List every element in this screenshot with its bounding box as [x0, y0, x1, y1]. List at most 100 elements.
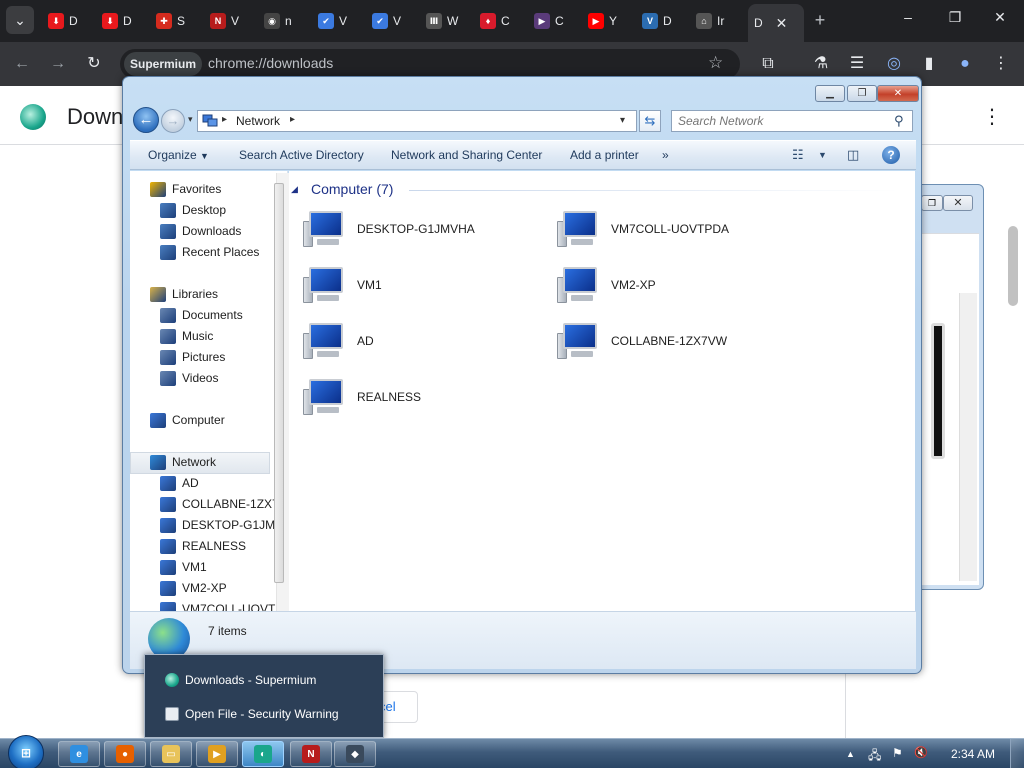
nav-item-network-computer[interactable]: VM7COLL-UOVTPDA — [160, 599, 287, 611]
network-computer-item[interactable]: DESKTOP-G1JMVHA — [303, 207, 475, 251]
organize-button[interactable]: Organize ▼ — [148, 148, 209, 162]
network-computer-item[interactable]: AD — [303, 319, 374, 363]
forward-button[interactable]: → — [161, 109, 185, 133]
tab-1[interactable]: ⬇ D — [94, 8, 148, 34]
forward-arrow-icon[interactable]: → — [47, 53, 69, 75]
network-computer-item[interactable]: VM7COLL-UOVTPDA — [557, 207, 729, 251]
new-tab-button[interactable]: + — [810, 8, 830, 34]
tab-5[interactable]: ✔ V — [310, 8, 364, 34]
tab-6[interactable]: ✔ V — [364, 8, 418, 34]
group-collapse-icon[interactable]: ◢ — [291, 184, 298, 195]
view-dropdown-icon[interactable]: ▼ — [818, 150, 827, 160]
address-bar[interactable]: ▸ Network ▸ ▾ — [197, 110, 637, 132]
tab-3[interactable]: NV — [202, 8, 256, 34]
sync-icon[interactable]: ◎ — [883, 53, 905, 75]
taskbar-app-media-player[interactable]: ▶ — [196, 741, 238, 767]
tab-active-downloads[interactable]: D ✕ — [748, 4, 804, 42]
page-menu-icon[interactable]: ⋮ — [982, 104, 1002, 129]
reload-icon[interactable]: ↻ — [83, 53, 105, 75]
nav-network[interactable]: Network — [150, 452, 216, 472]
change-view-icon[interactable]: ☷ — [792, 147, 804, 163]
refresh-button[interactable]: ⇆ — [639, 110, 661, 132]
nav-item-library[interactable]: Pictures — [160, 347, 225, 367]
page-scrollbar[interactable] — [1008, 226, 1018, 306]
nav-item-favorite[interactable]: Recent Places — [160, 242, 259, 262]
tab-8[interactable]: ♦ C — [472, 8, 526, 34]
explorer-minimize-button[interactable]: ▁ — [815, 85, 845, 102]
nav-item-network-computer[interactable]: AD — [160, 473, 199, 493]
labs-flask-icon[interactable]: ⚗ — [810, 53, 832, 75]
network-computer-item[interactable]: COLLABNE-1ZX7VW — [557, 319, 727, 363]
nav-item-network-computer[interactable]: DESKTOP-G1JMVHA — [160, 515, 287, 535]
tab-close-icon[interactable]: ✕ — [776, 15, 788, 32]
network-computer-item[interactable]: REALNESS — [303, 375, 421, 419]
tray-expand-icon[interactable]: ▲ — [846, 749, 855, 759]
explorer-close-button[interactable]: ✕ — [877, 85, 919, 102]
tab-0[interactable]: ⬇ D — [40, 8, 94, 34]
network-sharing-center-button[interactable]: Network and Sharing Center — [391, 148, 542, 162]
recent-pages-dropdown-icon[interactable]: ▾ — [188, 114, 193, 125]
show-desktop-button[interactable] — [1010, 739, 1024, 768]
group-header-computer[interactable]: Computer (7) — [311, 181, 393, 197]
network-computer-item[interactable]: VM1 — [303, 263, 382, 307]
tab-2[interactable]: ✚ S — [148, 8, 202, 34]
action-center-flag-icon[interactable]: ⚑ — [892, 746, 903, 760]
taskbar-app-supermium[interactable]: ◐ — [242, 741, 284, 767]
media-queue-icon[interactable]: ☰ — [846, 53, 868, 75]
nav-item-library[interactable]: Videos — [160, 368, 218, 388]
browser-restore-button[interactable]: ❐ — [940, 9, 970, 26]
volume-muted-icon[interactable]: 🔇 — [914, 746, 928, 759]
back-button[interactable]: ← — [133, 107, 159, 133]
nav-item-favorite[interactable]: Downloads — [160, 221, 241, 241]
search-icon[interactable]: ⚲ — [894, 113, 904, 129]
nav-item-network-computer[interactable]: VM1 — [160, 557, 207, 577]
nav-favorites[interactable]: Favorites — [150, 179, 221, 199]
clock[interactable]: 2:34 AM — [951, 747, 995, 761]
site-chip[interactable]: Supermium — [124, 52, 203, 76]
nav-item-library[interactable]: Music — [160, 326, 213, 346]
breadcrumb-network[interactable]: Network — [236, 114, 280, 128]
breadcrumb-arrow-icon[interactable]: ▸ — [222, 114, 227, 125]
nav-item-network-computer[interactable]: REALNESS — [160, 536, 246, 556]
url-text[interactable]: chrome://downloads — [208, 55, 333, 71]
tab-4[interactable]: ◉ n — [256, 8, 310, 34]
popup-item-downloads[interactable]: Downloads - Supermium — [145, 664, 385, 696]
explorer-maximize-button[interactable]: ❐ — [847, 85, 877, 102]
bgwin-maximize-button[interactable]: ❐ — [921, 195, 943, 211]
preview-pane-icon[interactable]: ◫ — [847, 147, 859, 163]
tab-11[interactable]: VD — [634, 8, 688, 34]
search-input[interactable] — [678, 114, 888, 128]
nav-item-network-computer[interactable]: COLLABNE-1ZX7VW — [160, 494, 287, 514]
taskbar-app-internet-explorer[interactable]: e — [58, 741, 100, 767]
tab-10[interactable]: ▶ Y — [580, 8, 634, 34]
nav-computer[interactable]: Computer — [150, 410, 225, 430]
taskbar-app-explorer[interactable]: ▭ — [150, 741, 192, 767]
bgwin-scrollbar[interactable] — [959, 293, 977, 581]
tab-7[interactable]: ⅢW — [418, 8, 472, 34]
omnibox[interactable]: Supermium chrome://downloads ☆ — [120, 49, 740, 79]
extensions-icon[interactable]: ⧉ — [757, 53, 779, 75]
popup-item-security-warning[interactable]: Open File - Security Warning — [145, 698, 385, 730]
side-panel-icon[interactable]: ▮ — [918, 53, 940, 75]
taskbar-app-app-nx[interactable]: N — [290, 741, 332, 767]
bookmark-star-icon[interactable]: ☆ — [708, 53, 723, 73]
tab-9[interactable]: ▶ C — [526, 8, 580, 34]
search-box[interactable]: ⚲ — [671, 110, 913, 132]
nav-item-library[interactable]: Documents — [160, 305, 243, 325]
browser-minimize-button[interactable]: – — [893, 9, 923, 25]
nav-item-favorite[interactable]: Desktop — [160, 200, 226, 220]
tab-12[interactable]: ⌂ Ir — [688, 8, 742, 34]
nav-libraries[interactable]: Libraries — [150, 284, 218, 304]
nav-item-network-computer[interactable]: VM2-XP — [160, 578, 227, 598]
nav-scrollbar-thumb[interactable] — [274, 183, 284, 583]
bgwin-close-button[interactable]: ✕ — [943, 195, 973, 211]
search-active-directory-button[interactable]: Search Active Directory — [239, 148, 364, 162]
help-icon[interactable]: ? — [882, 146, 900, 164]
start-button[interactable]: ⊞ — [8, 735, 44, 768]
taskbar-app-firefox[interactable]: ● — [104, 741, 146, 767]
more-commands-button[interactable]: » — [662, 148, 669, 162]
network-computer-item[interactable]: VM2-XP — [557, 263, 656, 307]
breadcrumb-arrow-icon[interactable]: ▸ — [290, 114, 295, 125]
taskbar-app-app-box[interactable]: ◆ — [334, 741, 376, 767]
browser-menu-icon[interactable]: ⋮ — [990, 53, 1012, 75]
